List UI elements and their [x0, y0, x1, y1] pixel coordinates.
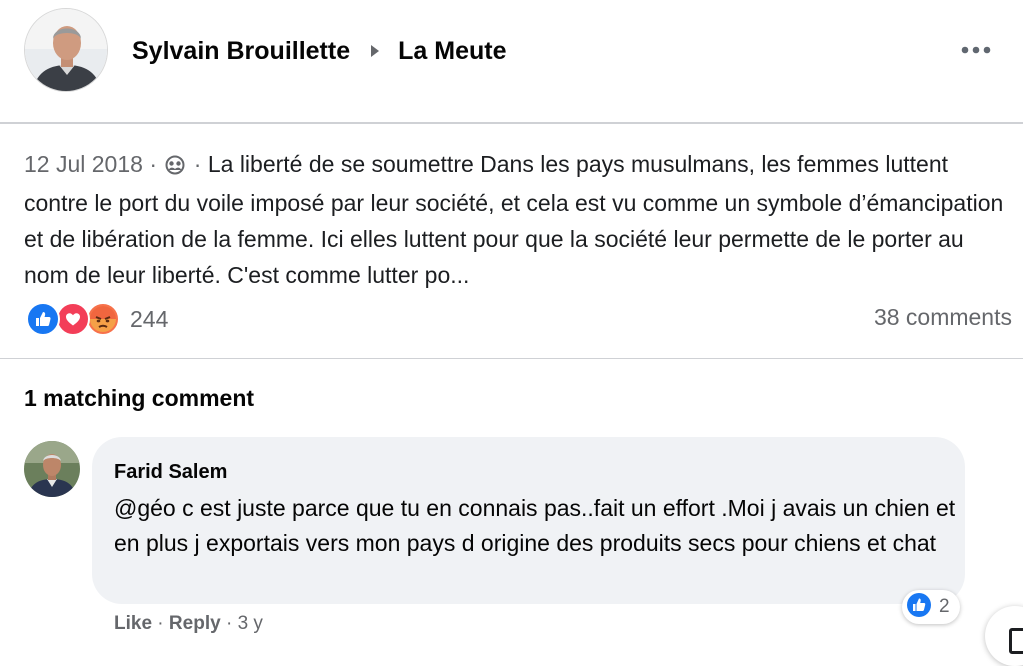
- new-message-button[interactable]: [985, 606, 1023, 666]
- reaction-count: 244: [130, 305, 169, 332]
- more-dots-icon: [961, 46, 991, 54]
- love-icon: [56, 302, 90, 336]
- like-icon: [26, 302, 60, 336]
- comment-timestamp[interactable]: 3 y: [238, 613, 263, 634]
- like-button[interactable]: Like: [114, 613, 152, 634]
- comment-bubble: Farid Salem @géo c est juste parce que t…: [92, 437, 965, 604]
- post-date[interactable]: 12 Jul 2018: [24, 151, 143, 177]
- action-separator: ·: [152, 613, 169, 634]
- group-name[interactable]: La Meute: [398, 37, 506, 66]
- more-options-button[interactable]: [958, 40, 994, 60]
- comment-reaction-count: 2: [939, 596, 950, 617]
- post-reactions[interactable]: 244: [26, 302, 168, 336]
- header-divider: [0, 122, 1023, 124]
- section-divider: [0, 358, 1023, 359]
- compose-icon: [1009, 628, 1023, 654]
- action-separator: ·: [220, 613, 238, 634]
- caret-right-icon: [370, 44, 380, 58]
- reply-button[interactable]: Reply: [169, 613, 221, 634]
- author-avatar[interactable]: [24, 8, 108, 92]
- comment-text: @géo c est juste parce que tu en connais…: [114, 495, 956, 556]
- comment-actions: Like · Reply · 3 y: [114, 613, 263, 635]
- post-body: 12 Jul 2018 · · La liberté de se soumett…: [24, 146, 1004, 293]
- commenter-avatar[interactable]: [24, 441, 80, 497]
- privacy-group-icon[interactable]: [165, 149, 185, 185]
- author-name[interactable]: Sylvain Brouillette: [132, 37, 350, 66]
- like-icon: [906, 592, 932, 623]
- commenter-name[interactable]: Farid Salem: [114, 459, 945, 485]
- post-title: Sylvain Brouillette La Meute: [132, 34, 506, 68]
- comment-reactions[interactable]: 2: [902, 590, 960, 624]
- post-header: Sylvain Brouillette La Meute: [0, 0, 1023, 122]
- angry-icon: [86, 302, 120, 336]
- comments-count-link[interactable]: 38 comments: [874, 304, 1012, 331]
- meta-separator: ·: [187, 151, 208, 177]
- matching-comments-heading: 1 matching comment: [24, 385, 255, 411]
- meta-separator: ·: [142, 151, 164, 177]
